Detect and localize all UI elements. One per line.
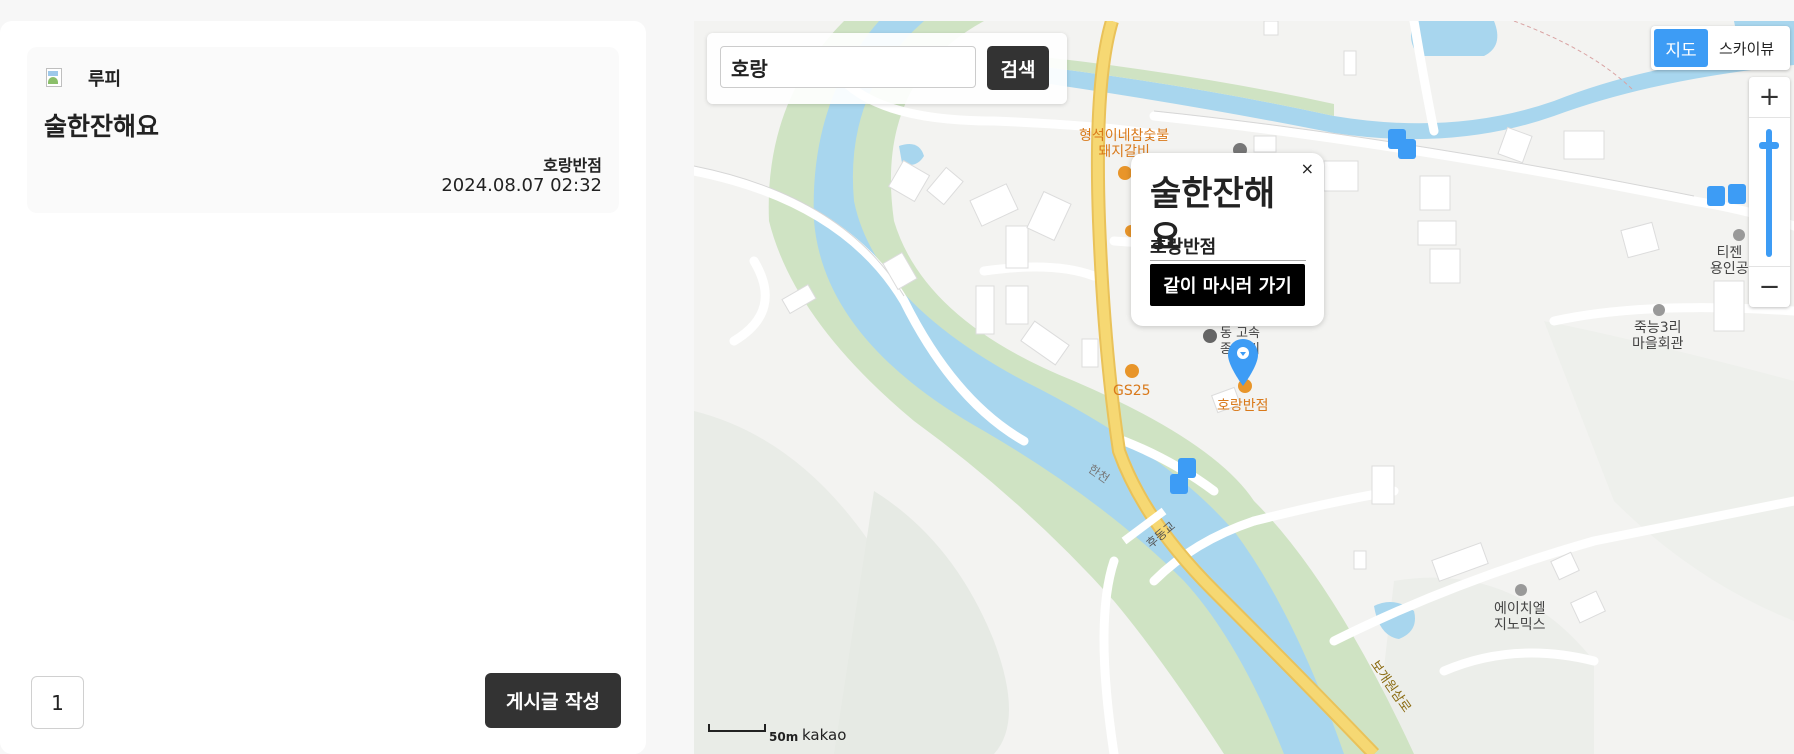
map-type-control: 지도 스카이뷰 bbox=[1651, 26, 1790, 70]
zoom-control: + − bbox=[1749, 77, 1790, 307]
poi-label-hl-genomics[interactable]: 에이치엘 지노믹스 bbox=[1494, 601, 1546, 633]
map-type-map-button[interactable]: 지도 bbox=[1654, 29, 1708, 67]
scale-label: 50m bbox=[769, 730, 799, 744]
poi-label-horang[interactable]: 호랑반점 bbox=[1217, 398, 1269, 414]
post-title: 술한잔해요 bbox=[44, 112, 160, 141]
post-card[interactable]: 루피 술한잔해요 호랑반점 2024.08.07 02:32 bbox=[27, 47, 619, 213]
poi-label-hall[interactable]: 죽능3리 마을회관 bbox=[1632, 320, 1684, 352]
poi-label-gs25[interactable]: GS25 bbox=[1113, 383, 1151, 399]
author-row: 루피 bbox=[44, 65, 121, 91]
map[interactable]: 형석이네참숯불돼지갈비 GS25 호랑반점 동 고속종 정비 죽능3리마을회관 … bbox=[694, 21, 1794, 754]
map-copyright: kakao bbox=[802, 726, 847, 744]
location-pin-icon[interactable] bbox=[1226, 338, 1260, 388]
write-post-button[interactable]: 게시글 작성 bbox=[485, 673, 621, 728]
post-store: 호랑반점 bbox=[543, 156, 602, 175]
zoom-out-button[interactable]: − bbox=[1749, 266, 1790, 307]
zoom-in-button[interactable]: + bbox=[1749, 77, 1790, 118]
zoom-slider-handle[interactable] bbox=[1759, 142, 1779, 149]
avatar-broken-image-icon bbox=[44, 67, 66, 89]
author-name: 루피 bbox=[88, 69, 122, 90]
search-input[interactable] bbox=[720, 46, 976, 88]
poi-label-company[interactable]: 티젠 용인공 bbox=[1710, 245, 1749, 277]
post-list-panel: 루피 술한잔해요 호랑반점 2024.08.07 02:32 1 게시글 작성 bbox=[0, 21, 646, 754]
post-date: 2024.08.07 02:32 bbox=[441, 175, 602, 196]
marker-info-window: × 술한잔해요 호랑반점 같이 마시러 가기 bbox=[1131, 153, 1324, 326]
info-window-store: 호랑반점 bbox=[1150, 237, 1217, 258]
page-button-1[interactable]: 1 bbox=[31, 676, 84, 729]
join-drink-button[interactable]: 같이 마시러 가기 bbox=[1150, 264, 1305, 306]
map-type-skyview-button[interactable]: 스카이뷰 bbox=[1719, 38, 1774, 59]
search-box: 검색 bbox=[707, 33, 1067, 104]
search-button[interactable]: 검색 bbox=[987, 46, 1049, 90]
